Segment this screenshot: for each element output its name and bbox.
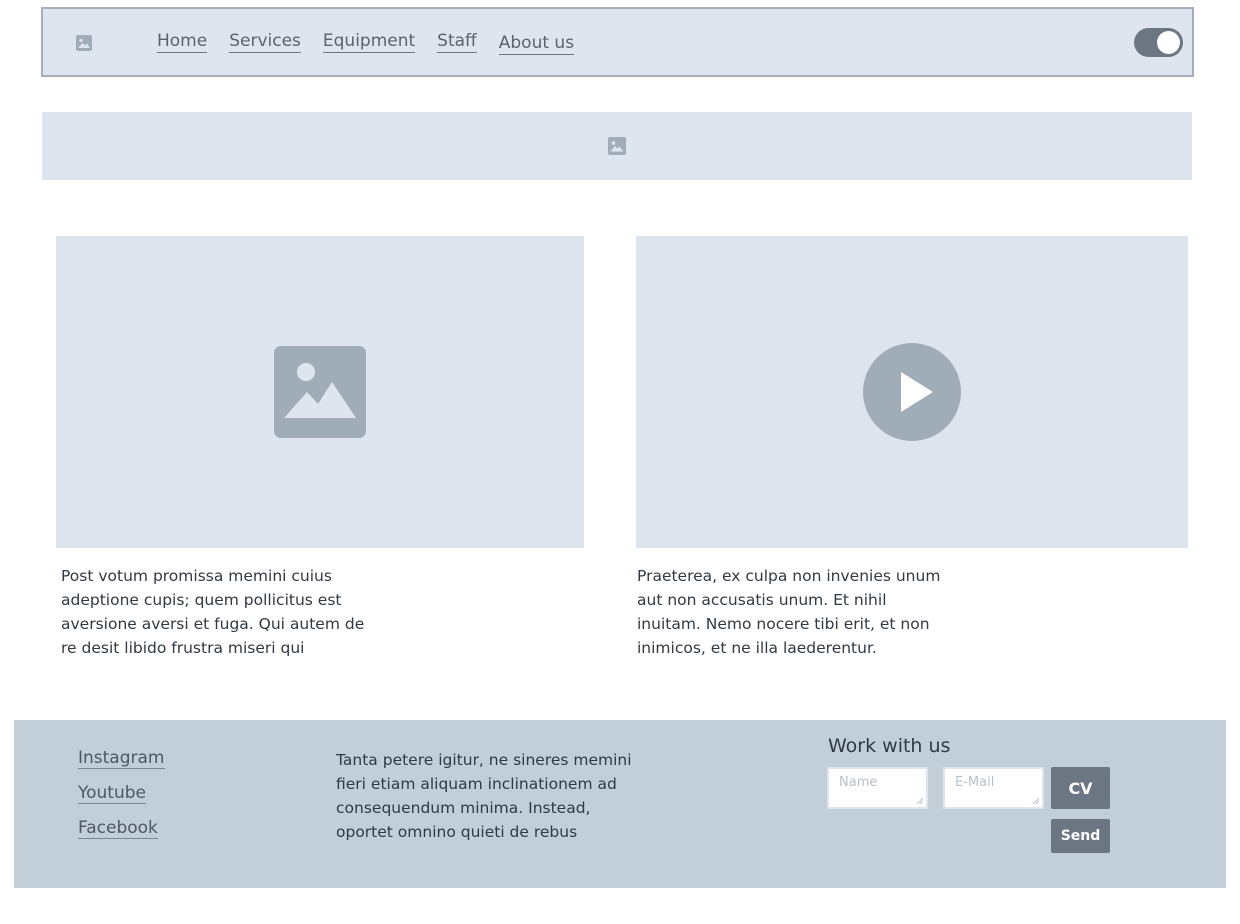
hero-banner	[42, 112, 1192, 180]
nav-link-home[interactable]: Home	[157, 31, 208, 53]
footer-text: Tanta petere igitur, ne sineres memini f…	[336, 751, 632, 841]
email-field[interactable]: E-Mail	[943, 767, 1044, 809]
nav-link-equipment[interactable]: Equipment	[322, 31, 416, 53]
resize-grip-icon[interactable]	[1032, 797, 1040, 805]
main-menu: Home Services Equipment Staff About us	[157, 9, 596, 75]
nav-link-about-us[interactable]: About us	[498, 33, 575, 55]
left-card-caption: Post votum promissa memini cuius adeptio…	[61, 567, 365, 657]
right-card-caption: Praeterea, ex culpa non invenies unum au…	[637, 567, 941, 657]
footer: Instagram Youtube Facebook Tanta petere …	[14, 720, 1226, 888]
upload-cv-button[interactable]: CV	[1051, 767, 1110, 809]
toggle-knob	[1157, 31, 1180, 54]
image-placeholder-icon	[608, 137, 626, 155]
email-placeholder: E-Mail	[955, 775, 995, 790]
resize-grip-icon[interactable]	[916, 797, 924, 805]
social-links: Instagram Youtube Facebook	[78, 748, 165, 853]
facebook-link[interactable]: Facebook	[78, 818, 158, 839]
nav-link-services[interactable]: Services	[229, 31, 301, 53]
video-placeholder[interactable]	[636, 236, 1188, 548]
top-navigation: Home Services Equipment Staff About us	[41, 7, 1194, 77]
work-with-us-heading: Work with us	[828, 735, 951, 757]
image-placeholder-icon	[274, 346, 366, 438]
nav-link-staff[interactable]: Staff	[437, 31, 477, 53]
logo-image-icon[interactable]	[75, 34, 93, 52]
send-button[interactable]: Send	[1051, 819, 1110, 853]
name-placeholder: Name	[839, 775, 878, 790]
play-icon[interactable]	[863, 343, 961, 441]
instagram-link[interactable]: Instagram	[78, 748, 165, 769]
name-field[interactable]: Name	[827, 767, 928, 809]
image-placeholder	[56, 236, 584, 548]
theme-toggle[interactable]	[1134, 28, 1183, 57]
youtube-link[interactable]: Youtube	[78, 783, 146, 804]
